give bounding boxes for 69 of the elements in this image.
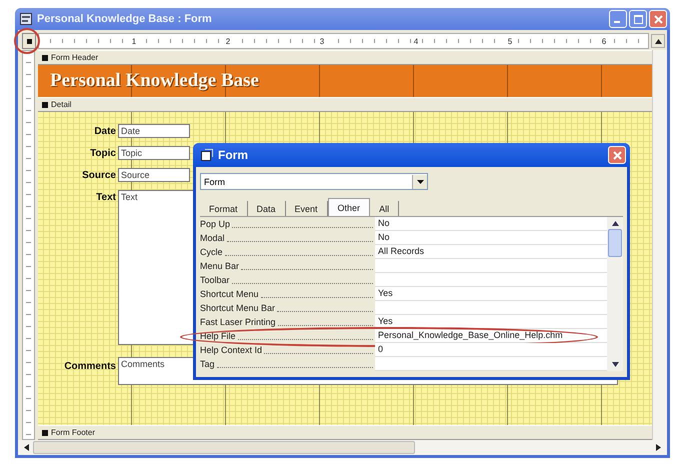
minimize-button[interactable] xyxy=(609,10,627,28)
property-value-field[interactable] xyxy=(375,273,607,287)
field-label: Date xyxy=(93,125,116,137)
list-scrollbar[interactable] xyxy=(607,217,623,371)
property-value-field[interactable] xyxy=(375,259,607,273)
property-name: Modal xyxy=(200,233,225,243)
property-value-field[interactable]: No xyxy=(375,231,607,245)
section-marker-icon xyxy=(42,102,48,108)
ruler-number: 1 xyxy=(129,36,139,46)
scroll-thumb[interactable] xyxy=(608,229,622,257)
property-value-field[interactable] xyxy=(375,357,607,371)
ruler-number: 6 xyxy=(599,36,609,46)
text-box-control[interactable]: Source xyxy=(118,168,190,182)
window-title: Personal Knowledge Base : Form xyxy=(37,13,213,25)
property-value-field[interactable]: Yes xyxy=(375,315,607,329)
ruler-number: 4 xyxy=(411,36,421,46)
property-name: Help File xyxy=(200,331,236,341)
down-arrow-icon xyxy=(612,362,618,367)
property-name: Menu Bar xyxy=(200,261,240,271)
close-icon xyxy=(654,14,662,24)
horizontal-scrollbar[interactable] xyxy=(18,440,667,455)
ruler-number: 3 xyxy=(317,36,327,46)
property-value-field[interactable] xyxy=(375,301,607,315)
property-value-field[interactable]: Personal_Knowledge_Base_Online_Help.chm xyxy=(375,329,607,343)
property-name: Toolbar xyxy=(200,275,230,285)
ruler-number: 5 xyxy=(505,36,515,46)
field-label: Comments xyxy=(63,360,116,372)
dropdown-arrow-icon xyxy=(416,180,424,184)
section-label: Detail xyxy=(51,100,72,109)
property-value-field[interactable]: No xyxy=(375,217,607,231)
form-title: Personal Knowledge Base xyxy=(50,70,259,92)
property-tab[interactable]: Other xyxy=(328,198,370,216)
field-label: Topic xyxy=(89,147,116,159)
dialog-title: Form xyxy=(218,148,249,162)
section-label: Form Footer xyxy=(51,428,96,437)
property-name: Fast Laser Printing xyxy=(200,317,276,327)
form-icon xyxy=(20,13,32,25)
maximize-button[interactable] xyxy=(629,10,647,28)
left-arrow-icon xyxy=(24,444,29,451)
scroll-up-button[interactable] xyxy=(651,34,665,48)
properties-icon xyxy=(201,149,213,161)
up-arrow-icon xyxy=(612,221,618,226)
section-marker-icon xyxy=(42,430,48,436)
close-icon xyxy=(612,150,622,160)
property-name: Tag xyxy=(200,359,215,369)
maximize-icon xyxy=(634,14,642,24)
close-button[interactable] xyxy=(608,146,626,164)
property-name: Shortcut Menu xyxy=(200,289,259,299)
property-value-field[interactable]: 0 xyxy=(375,343,607,357)
property-name: Shortcut Menu Bar xyxy=(200,303,276,313)
right-arrow-icon xyxy=(656,444,661,451)
close-button[interactable] xyxy=(649,10,667,28)
vertical-scrollbar[interactable] xyxy=(652,50,667,440)
scroll-thumb[interactable] xyxy=(33,441,415,454)
section-marker-icon xyxy=(42,54,48,60)
up-arrow-icon xyxy=(654,38,662,44)
field-label: Source xyxy=(81,169,116,181)
property-name: Help Context Id xyxy=(200,345,262,355)
text-box-control[interactable]: Topic xyxy=(118,146,190,160)
object-dropdown[interactable]: Form xyxy=(200,173,428,190)
property-name: Pop Up xyxy=(200,219,230,229)
section-label: Form Header xyxy=(51,53,98,62)
ruler-number: 2 xyxy=(223,36,233,46)
field-label: Text xyxy=(95,191,116,203)
property-name: Cycle xyxy=(200,247,223,257)
text-box-control[interactable]: Date xyxy=(118,124,190,138)
form-selector[interactable] xyxy=(22,33,36,49)
property-value-field[interactable]: All Records xyxy=(375,245,607,259)
property-value-field[interactable]: Yes xyxy=(375,287,607,301)
